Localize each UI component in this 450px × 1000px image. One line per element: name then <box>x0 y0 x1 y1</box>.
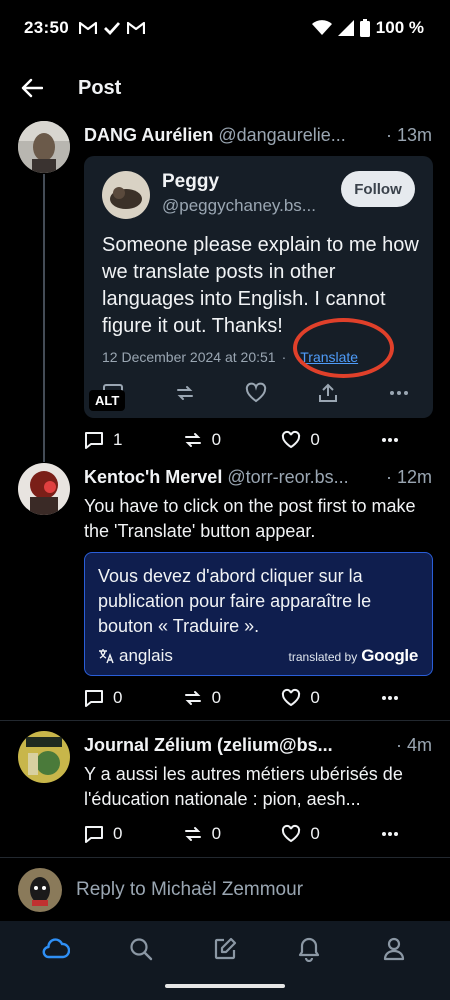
reply-count: 1 <box>113 430 123 449</box>
like-count: 0 <box>310 688 320 707</box>
post-header: Kentoc'h Mervel @torr-reor.bs... · 12m <box>84 467 432 488</box>
translation-box: Vous devez d'abord cliquer sur la public… <box>84 552 433 676</box>
google-logo: Google <box>361 646 418 665</box>
author-name[interactable]: Journal Zélium (zelium@bs... <box>84 735 333 756</box>
gesture-area <box>0 976 450 1000</box>
reply-icon <box>85 826 103 843</box>
more-icon[interactable] <box>388 382 410 404</box>
avatar[interactable] <box>18 731 70 783</box>
repost-button[interactable]: 0 <box>183 430 233 450</box>
author-name[interactable]: Kentoc'h Mervel <box>84 467 222 488</box>
post-actions: 1 0 0 <box>84 428 400 452</box>
translate-icon <box>99 649 114 664</box>
profile-icon <box>383 937 404 960</box>
quoted-post-actions <box>102 381 410 405</box>
alt-badge[interactable]: ALT <box>89 390 126 411</box>
more-icon <box>381 438 398 442</box>
like-button[interactable]: 0 <box>281 430 331 450</box>
heart-icon <box>282 430 301 449</box>
reply-button[interactable]: 0 <box>84 824 134 844</box>
bottom-nav <box>0 921 450 976</box>
post-header: DANG Aurélien @dangaurelie... · 13m <box>84 125 432 146</box>
quoted-author-name[interactable]: Peggy <box>162 171 219 193</box>
follow-button[interactable]: Follow <box>341 171 415 207</box>
repost-icon[interactable] <box>174 382 196 404</box>
like-count: 0 <box>310 824 320 843</box>
nav-home[interactable] <box>34 927 78 971</box>
avatar[interactable] <box>18 121 70 173</box>
translated-by: translated by Google <box>288 646 419 666</box>
quoted-post-date: 12 December 2024 at 20:51 <box>102 349 276 365</box>
source-language: anglais <box>119 646 173 665</box>
reply-button[interactable]: 1 <box>84 430 134 450</box>
nav-notifications[interactable] <box>287 927 331 971</box>
post-text: You have to click on the post first to m… <box>84 496 416 541</box>
author-name[interactable]: DANG Aurélien <box>84 125 213 146</box>
post-actions: 0 0 0 <box>84 686 400 710</box>
heart-icon[interactable] <box>245 382 267 404</box>
nav-search[interactable] <box>119 927 163 971</box>
compose-icon <box>214 937 237 959</box>
avatar[interactable] <box>102 171 150 219</box>
post-time: · 13m <box>385 125 432 145</box>
translated-by-label: translated by <box>288 650 358 664</box>
more-icon <box>381 832 398 836</box>
more-icon <box>381 696 398 700</box>
reply-icon <box>85 690 103 707</box>
like-count: 0 <box>310 430 320 449</box>
reply-button[interactable]: 0 <box>84 688 134 708</box>
search-icon <box>129 937 152 960</box>
reply-input[interactable]: Reply to Michaël Zemmour <box>76 879 303 901</box>
notifications-icon <box>299 937 320 962</box>
translation-language[interactable]: anglais <box>98 646 173 666</box>
post-actions: 0 0 0 <box>84 822 400 846</box>
post-text: Y a aussi les autres métiers ubérisés de… <box>84 764 403 809</box>
repost-button[interactable]: 0 <box>183 824 233 844</box>
repost-icon <box>184 827 201 841</box>
post-header: Journal Zélium (zelium@bs... · 4m <box>84 735 432 756</box>
quoted-author-handle[interactable]: @peggychaney.bs... <box>162 196 337 216</box>
post-item[interactable]: DANG Aurélien @dangaurelie... · 13m Pegg… <box>0 0 450 462</box>
reply-count: 0 <box>113 824 123 843</box>
reply-count: 0 <box>113 688 123 707</box>
reply-bar[interactable]: Reply to Michaël Zemmour <box>0 857 450 921</box>
avatar[interactable] <box>18 463 70 515</box>
repost-button[interactable]: 0 <box>183 688 233 708</box>
post-divider <box>0 720 450 721</box>
avatar <box>18 867 62 912</box>
repost-count: 0 <box>211 430 222 449</box>
author-handle[interactable]: @torr-reor.bs... <box>227 467 380 488</box>
thread-line <box>43 174 45 462</box>
quoted-post[interactable]: Peggy @peggychaney.bs... Follow Someone … <box>84 156 433 418</box>
home-icon <box>42 937 71 958</box>
share-icon[interactable] <box>317 382 339 404</box>
reply-icon <box>85 432 103 449</box>
repost-icon <box>184 691 201 705</box>
post-time: · 4m <box>396 735 432 755</box>
heart-icon <box>282 824 301 843</box>
nav-profile[interactable] <box>372 927 416 971</box>
repost-icon <box>184 433 201 447</box>
post-time: · 12m <box>385 467 432 487</box>
repost-count: 0 <box>211 824 222 843</box>
author-handle[interactable]: @dangaurelie... <box>218 125 380 146</box>
meta-separator: · <box>281 349 287 365</box>
repost-count: 0 <box>211 688 222 707</box>
nav-compose[interactable] <box>203 927 247 971</box>
heart-icon <box>282 688 301 707</box>
like-button[interactable]: 0 <box>281 824 331 844</box>
more-button[interactable] <box>380 824 400 844</box>
highlight-annotation-circle <box>293 318 394 378</box>
more-button[interactable] <box>380 430 400 450</box>
home-indicator[interactable] <box>165 984 285 988</box>
more-button[interactable] <box>380 688 400 708</box>
like-button[interactable]: 0 <box>281 688 331 708</box>
translated-text: Vous devez d'abord cliquer sur la public… <box>98 566 372 636</box>
